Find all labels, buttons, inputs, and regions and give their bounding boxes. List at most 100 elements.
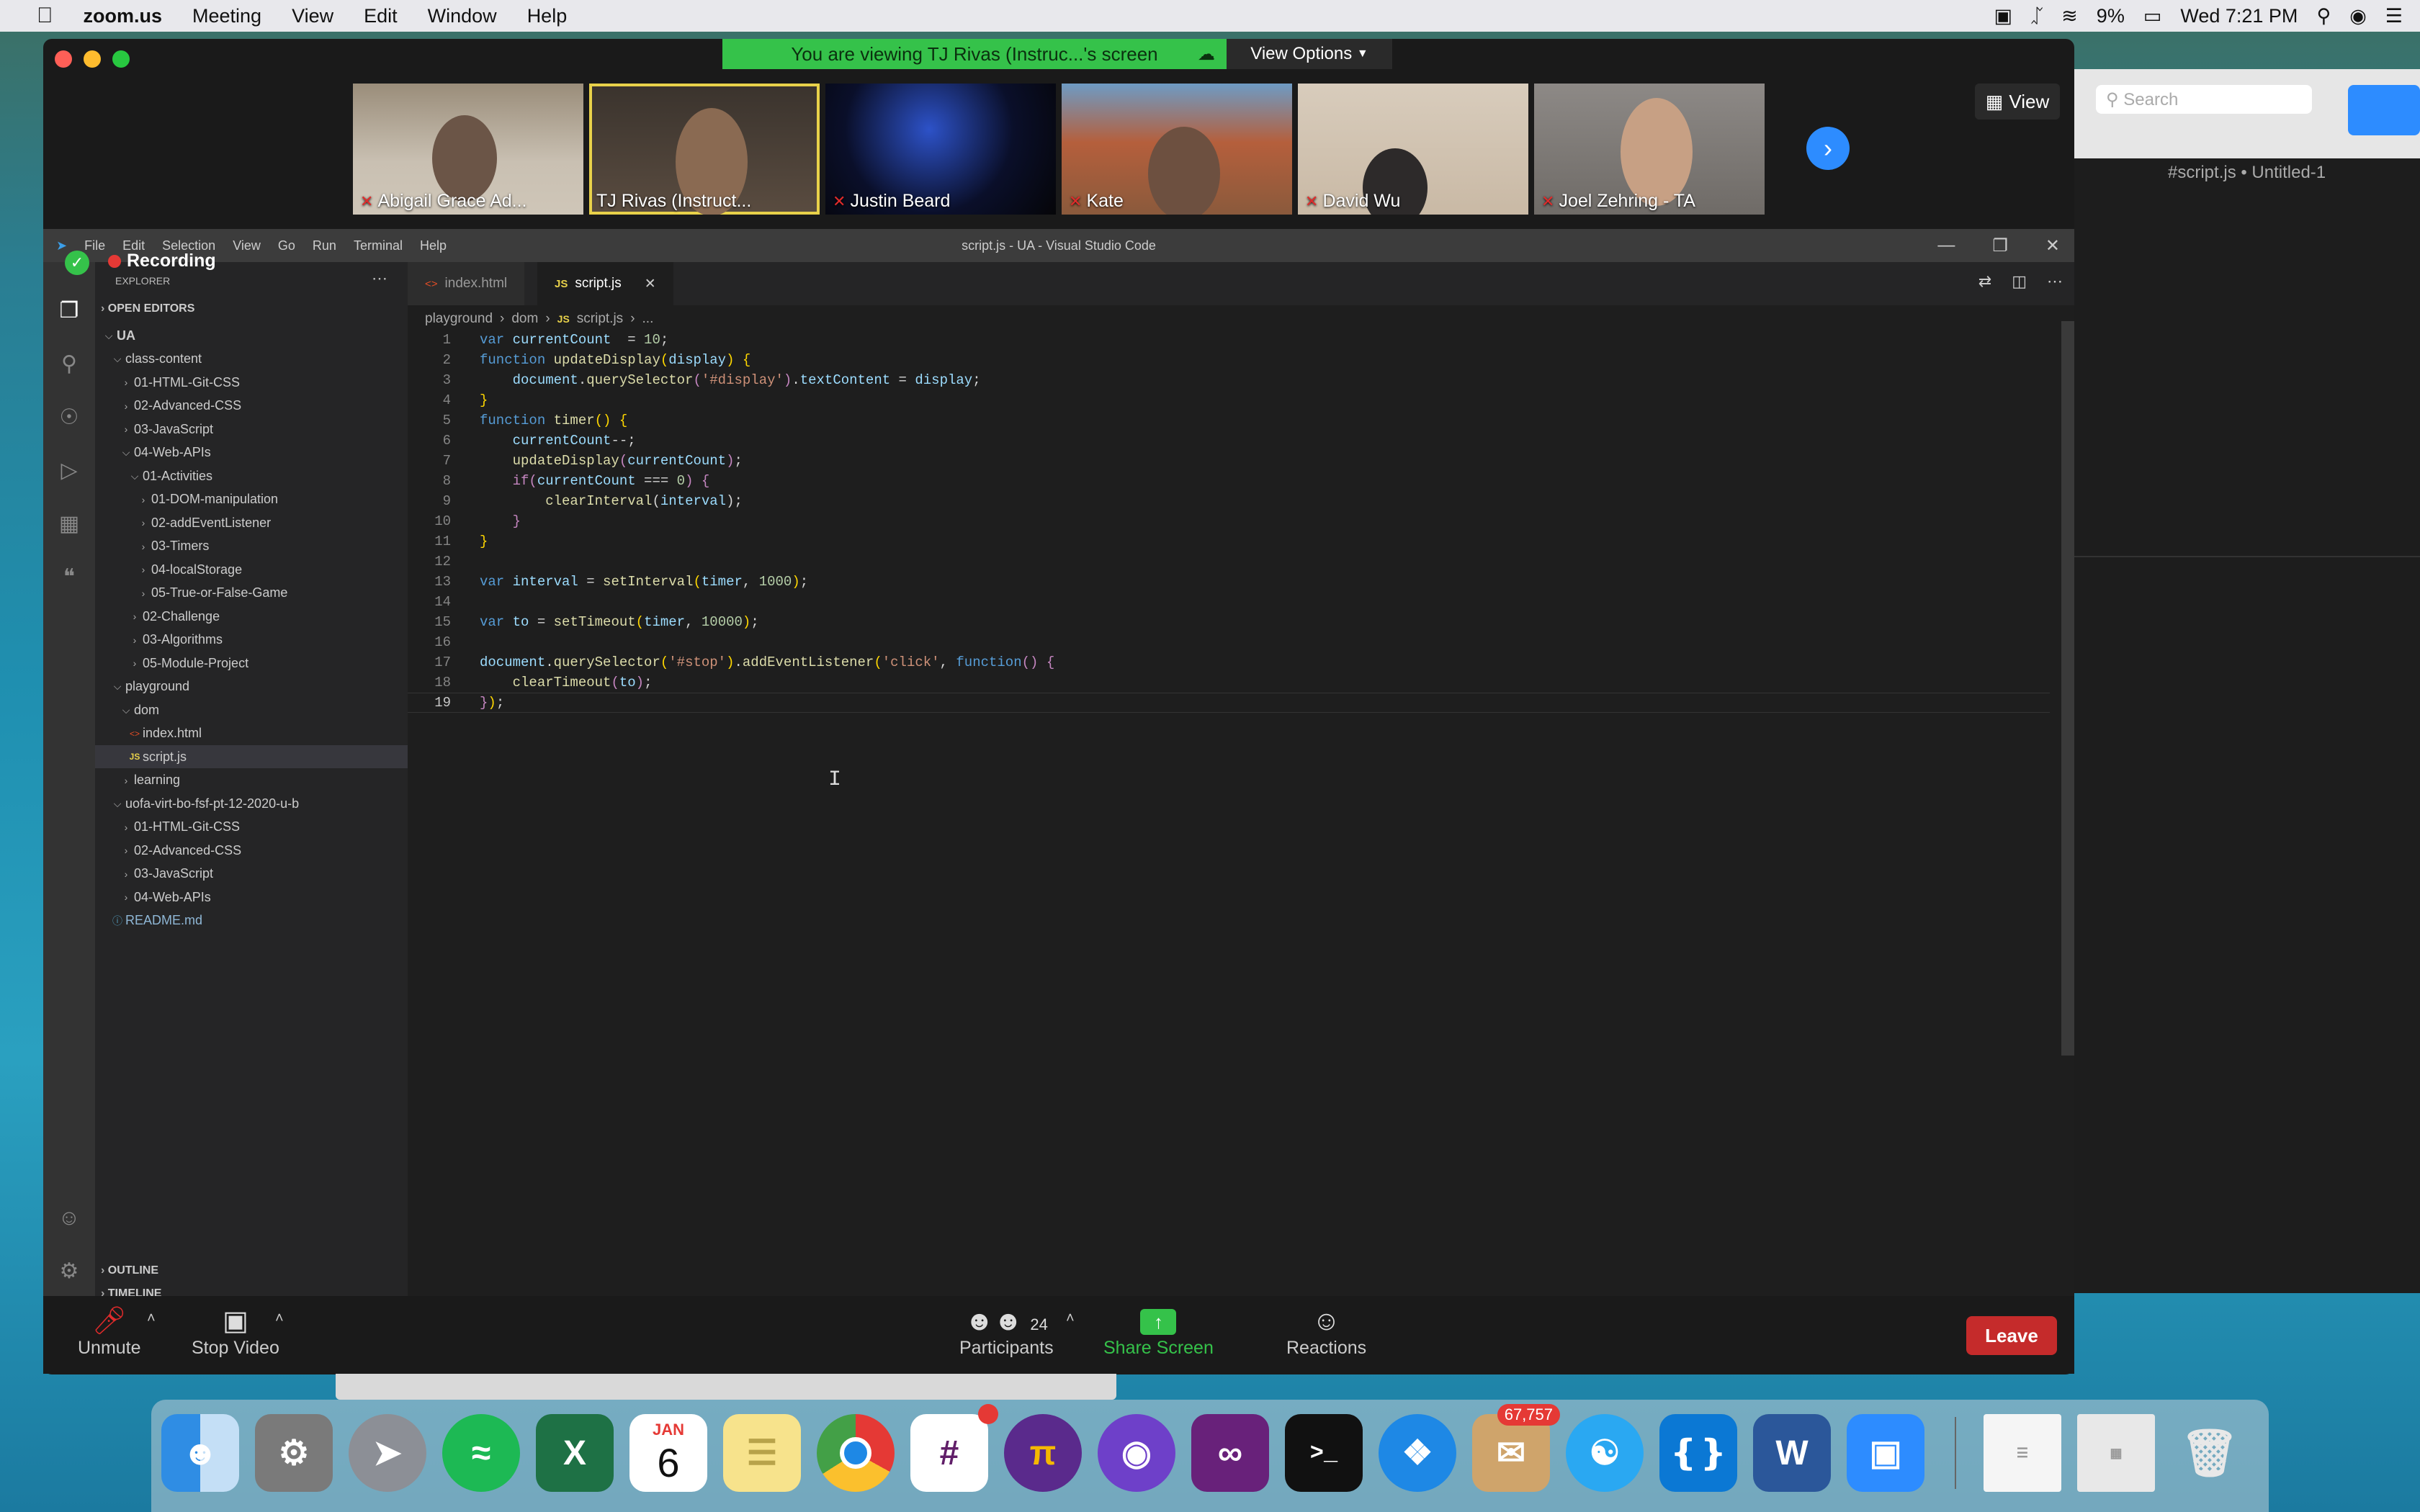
- settings-gear-icon[interactable]: ⚙: [56, 1259, 82, 1284]
- slack-icon[interactable]: #: [910, 1404, 998, 1492]
- code-line[interactable]: 8 if(currentCount === 0) {: [408, 471, 2050, 491]
- chrome-icon[interactable]: [817, 1414, 895, 1492]
- outline-section[interactable]: › OUTLINE: [101, 1264, 158, 1277]
- video-options-chevron-icon[interactable]: ˄: [275, 1310, 284, 1327]
- tree-folder[interactable]: › 01-DOM-manipulation: [95, 488, 408, 511]
- close-window-button[interactable]: [55, 50, 72, 68]
- breadcrumb-item[interactable]: dom: [511, 311, 538, 327]
- vscode-icon[interactable]: ❴❵: [1659, 1414, 1737, 1492]
- code-line[interactable]: 3 document.querySelector('#display').tex…: [408, 370, 2050, 390]
- tree-file[interactable]: <> index.html: [95, 722, 408, 745]
- code-line[interactable]: 11}: [408, 531, 2050, 552]
- apple-icon[interactable]: : [22, 4, 68, 28]
- reactions-button[interactable]: ☺ Reactions: [1286, 1305, 1366, 1359]
- tree-folder[interactable]: › 02-addEventListener: [95, 511, 408, 534]
- tree-folder[interactable]: ⌵ 04-Web-APIs: [95, 441, 408, 464]
- tree-folder[interactable]: › 02-Challenge: [95, 605, 408, 628]
- explorer-more-icon[interactable]: ⋯: [372, 269, 387, 288]
- excel-icon[interactable]: X: [536, 1414, 614, 1492]
- vscode-menu-help[interactable]: Help: [411, 238, 455, 253]
- source-control-icon[interactable]: ☉: [56, 405, 82, 431]
- participant-thumb[interactable]: ✕ Justin Beard: [825, 84, 1056, 215]
- bluetooth-icon[interactable]: ᛢ: [2031, 5, 2043, 27]
- participant-thumb[interactable]: ✕ Joel Zehring - TA: [1534, 84, 1765, 215]
- next-participants-arrow-icon[interactable]: ›: [1806, 127, 1850, 170]
- tree-folder[interactable]: › 02-Advanced-CSS: [95, 839, 408, 862]
- tree-folder[interactable]: › 01-HTML-Git-CSS: [95, 371, 408, 394]
- close-tab-icon[interactable]: ✕: [645, 276, 656, 292]
- visual-studio-icon[interactable]: ∞: [1191, 1414, 1269, 1492]
- zoom-icon[interactable]: ▣: [1847, 1414, 1924, 1492]
- code-line[interactable]: 19});: [408, 693, 2050, 713]
- pi-network-icon[interactable]: π: [1004, 1414, 1082, 1492]
- menu-view[interactable]: View: [277, 5, 349, 27]
- tree-folder[interactable]: › 03-JavaScript: [95, 418, 408, 441]
- bg-search-field[interactable]: ⚲ Search: [2096, 85, 2312, 114]
- notification-center-icon[interactable]: ☰: [2385, 5, 2403, 27]
- code-line[interactable]: 14: [408, 592, 2050, 612]
- participant-thumb[interactable]: ✕ Abigail Grace Ad...: [353, 84, 583, 215]
- code-line[interactable]: 4}: [408, 390, 2050, 410]
- minimize-icon[interactable]: —: [1937, 235, 1955, 256]
- restore-icon[interactable]: ❐: [1992, 235, 2008, 256]
- split-editor-icon[interactable]: ◫: [2012, 272, 2027, 291]
- leave-meeting-button[interactable]: Leave: [1966, 1316, 2057, 1355]
- finder-icon[interactable]: ☻: [161, 1414, 239, 1492]
- code-line[interactable]: 5 function timer() {: [408, 410, 2050, 431]
- menu-window[interactable]: Window: [413, 5, 512, 27]
- notes-icon[interactable]: ☰: [723, 1414, 801, 1492]
- messages-icon[interactable]: ☯: [1566, 1414, 1644, 1492]
- tree-folder[interactable]: › 05-Module-Project: [95, 652, 408, 675]
- tree-file[interactable]: ⓘ README.md: [95, 909, 408, 932]
- code-line[interactable]: 12: [408, 552, 2050, 572]
- code-line[interactable]: 6 currentCount--;: [408, 431, 2050, 451]
- menu-edit[interactable]: Edit: [349, 5, 413, 27]
- view-options-button[interactable]: View Options ▼: [1227, 39, 1392, 69]
- wifi-icon[interactable]: ≋: [2061, 5, 2078, 27]
- vscode-menu-run[interactable]: Run: [304, 238, 345, 253]
- share-screen-button[interactable]: ↑ Share Screen: [1103, 1305, 1214, 1359]
- trash-icon[interactable]: 🗑︎: [2171, 1414, 2249, 1492]
- battery-icon[interactable]: ▭: [2143, 5, 2162, 27]
- minimize-window-button[interactable]: [84, 50, 101, 68]
- siri-icon[interactable]: ◉: [2349, 5, 2367, 27]
- code-line[interactable]: 1 var currentCount = 10;: [408, 330, 2050, 350]
- view-layout-button[interactable]: ▦ View: [1975, 84, 2060, 120]
- calendar-icon[interactable]: JAN 6: [629, 1414, 707, 1492]
- code-line[interactable]: 18 clearTimeout(to);: [408, 672, 2050, 693]
- github-desktop-icon[interactable]: ◉: [1098, 1414, 1175, 1492]
- run-debug-icon[interactable]: ▷: [56, 458, 82, 484]
- participants-chevron-icon[interactable]: ˄: [1066, 1310, 1075, 1327]
- safari-icon[interactable]: ❖: [1379, 1414, 1456, 1492]
- system-preferences-icon[interactable]: ⚙: [255, 1414, 333, 1492]
- battery-percent[interactable]: 9%: [2097, 5, 2125, 27]
- tab-script-js[interactable]: JS script.js ✕: [537, 262, 673, 305]
- breadcrumb-item[interactable]: ...: [642, 311, 654, 327]
- zoom-window-button[interactable]: [112, 50, 130, 68]
- stop-video-button[interactable]: ▣ Stop Video: [192, 1305, 279, 1359]
- participant-thumb-active-speaker[interactable]: TJ Rivas (Instruct...: [589, 84, 820, 215]
- open-changes-icon[interactable]: ⇄: [1978, 272, 1991, 291]
- participants-button[interactable]: ☻☻ 24 Participants: [959, 1305, 1054, 1359]
- tree-folder[interactable]: › 03-Algorithms: [95, 629, 408, 652]
- quote-icon[interactable]: ❝: [56, 564, 82, 590]
- zoom-status-icon[interactable]: ▣: [1994, 5, 2012, 27]
- tree-folder[interactable]: ⌵ class-content: [95, 348, 408, 371]
- spotlight-search-icon[interactable]: ⚲: [2316, 5, 2331, 27]
- more-actions-icon[interactable]: ⋯: [2047, 272, 2063, 291]
- vscode-menu-go[interactable]: Go: [269, 238, 304, 253]
- mail-icon[interactable]: ✉ 67,757: [1472, 1404, 1560, 1492]
- breadcrumb-item[interactable]: playground: [425, 311, 493, 327]
- code-line[interactable]: 13 var interval = setInterval(timer, 1000…: [408, 572, 2050, 592]
- workspace-root[interactable]: ⌵ UA: [95, 324, 408, 347]
- menubar-clock[interactable]: Wed 7:21 PM: [2180, 5, 2298, 27]
- editor-scrollbar[interactable]: [2061, 321, 2074, 1056]
- code-line[interactable]: 16: [408, 632, 2050, 652]
- launchpad-icon[interactable]: ➤: [349, 1414, 426, 1492]
- terminal-icon[interactable]: >_: [1285, 1414, 1363, 1492]
- tree-folder[interactable]: › 02-Advanced-CSS: [95, 395, 408, 418]
- explorer-icon[interactable]: ❐: [56, 298, 82, 324]
- participant-thumb[interactable]: ✕ Kate: [1062, 84, 1292, 215]
- tree-folder[interactable]: › 04-Web-APIs: [95, 886, 408, 909]
- tree-folder[interactable]: › 01-HTML-Git-CSS: [95, 816, 408, 839]
